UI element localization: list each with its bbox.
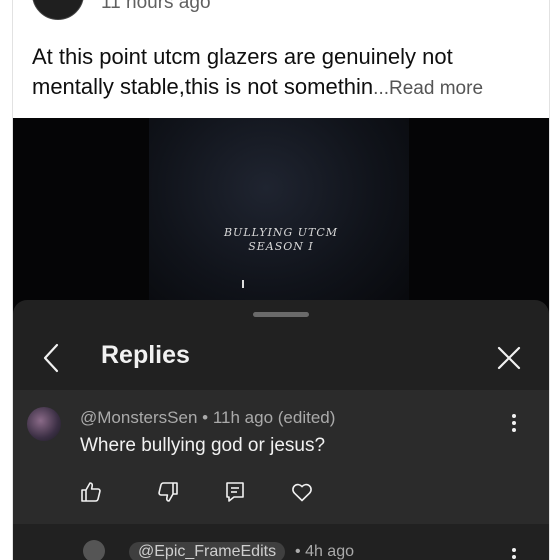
sheet-title: Replies — [101, 341, 190, 369]
comment-time: 11 hours ago — [101, 0, 211, 13]
more-icon — [512, 548, 516, 559]
comment-card: 11 hours ago At this point utcm glazers … — [12, 0, 550, 560]
meta-separator: • — [295, 543, 301, 560]
reply-avatar[interactable] — [27, 407, 61, 441]
reply-author[interactable]: @MonstersSen — [80, 408, 197, 427]
reply-meta: @MonstersSen • 11h ago (edited) — [80, 408, 335, 428]
read-more-link[interactable]: Read more — [389, 78, 483, 99]
more-icon — [512, 414, 516, 432]
thumbnail-caption-line2: SEASON I — [248, 240, 314, 253]
meta-separator: • — [202, 408, 209, 427]
reply-more-button[interactable] — [509, 412, 519, 434]
reply-icon — [226, 482, 244, 502]
next-reply-avatar[interactable] — [83, 540, 105, 560]
reply-button[interactable] — [223, 480, 247, 504]
heart-button[interactable] — [290, 480, 314, 504]
like-icon — [81, 482, 101, 502]
replies-sheet: Replies @MonstersSen • 11h ago (edited) … — [13, 300, 549, 560]
comment-text: At this point utcm glazers are genuinely… — [32, 42, 532, 104]
next-reply-time: 4h ago — [305, 543, 354, 560]
mention-chip[interactable]: @Epic_FrameEdits — [129, 542, 286, 560]
heart-icon — [292, 483, 312, 502]
close-button[interactable] — [495, 344, 523, 372]
next-reply-meta: • 4h ago — [295, 543, 354, 560]
video-thumbnail[interactable]: BULLYING UTCM SEASON I — [13, 118, 549, 318]
reply-item: @MonstersSen • 11h ago (edited) Where bu… — [13, 390, 549, 524]
comment-ellipsis: ... — [373, 78, 390, 99]
next-reply-more-button[interactable] — [509, 546, 519, 560]
back-icon — [43, 343, 59, 373]
back-button[interactable] — [39, 342, 67, 374]
thumbnail-scene — [149, 118, 409, 318]
like-button[interactable] — [79, 480, 103, 504]
close-icon — [497, 346, 521, 370]
reply-text: Where bullying god or jesus? — [80, 435, 326, 456]
drag-handle[interactable] — [253, 312, 309, 317]
dislike-button[interactable] — [156, 480, 180, 504]
dislike-icon — [158, 482, 178, 502]
commenter-avatar[interactable] — [32, 0, 84, 20]
thumbnail-marker — [242, 280, 244, 288]
reply-time: 11h ago (edited) — [212, 408, 336, 427]
thumbnail-caption-line1: BULLYING UTCM — [223, 226, 339, 239]
